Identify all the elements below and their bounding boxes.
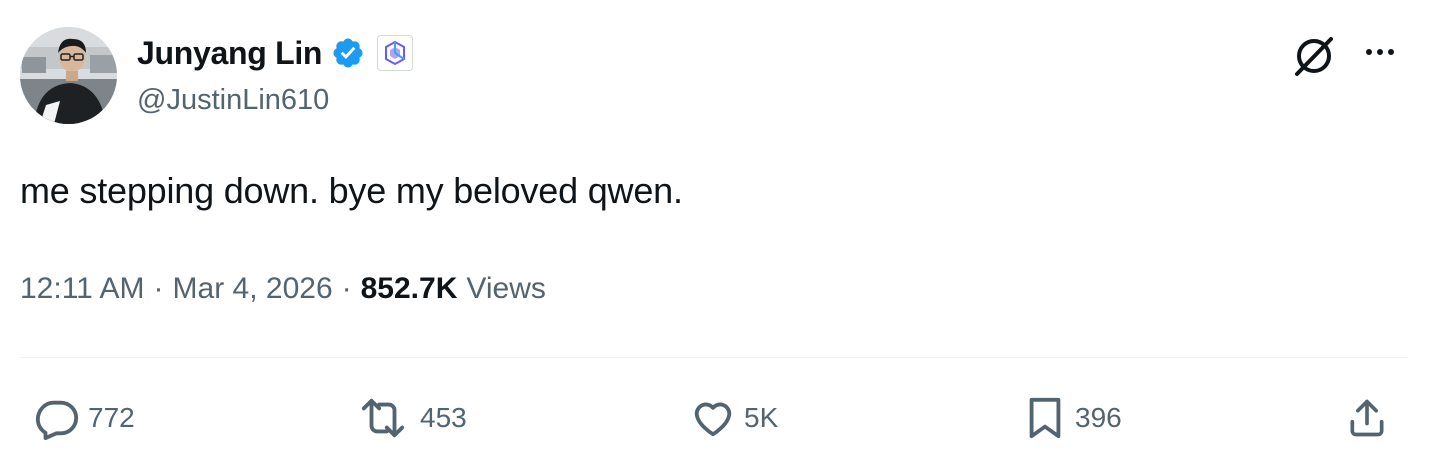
qwen-logo-icon[interactable]: [377, 35, 414, 71]
tweet-card: Junyang Lin @JustinLin610 me stepping do…: [0, 0, 1440, 464]
share-icon: [1350, 399, 1384, 437]
like-count: 5K: [744, 402, 779, 433]
more-dot: [1377, 49, 1383, 55]
reply-button[interactable]: 772: [34, 394, 135, 442]
retweet-count: 453: [420, 402, 467, 433]
more-dot: [1388, 49, 1394, 55]
avatar-photo: [20, 27, 117, 124]
more-dot: [1366, 49, 1372, 55]
tweet-text: me stepping down. bye my beloved qwen.: [20, 170, 683, 211]
reply-icon: [35, 400, 79, 441]
more-icon[interactable]: [1366, 42, 1402, 62]
meta-separator: ·: [341, 272, 352, 305]
meta-separator: ·: [153, 272, 164, 305]
retweet-button[interactable]: 453: [354, 394, 467, 442]
share-button[interactable]: [1345, 394, 1389, 442]
author-handle[interactable]: @JustinLin610: [137, 84, 329, 117]
reply-count: 772: [88, 402, 135, 433]
like-button[interactable]: 5K: [690, 394, 778, 442]
heart-icon: [694, 402, 732, 437]
divider: [20, 357, 1408, 358]
verified-badge-icon[interactable]: [331, 36, 365, 70]
avatar[interactable]: [20, 27, 117, 124]
tweet-meta: 12:11 AM · Mar 4, 2026 · 852.7K Views: [20, 272, 546, 306]
bookmark-icon: [1029, 397, 1061, 439]
author-name-row: Junyang Lin: [137, 30, 414, 76]
tweet-date[interactable]: Mar 4, 2026: [173, 272, 333, 306]
bookmark-count: 396: [1075, 402, 1122, 433]
views-label: Views: [466, 272, 546, 305]
bookmark-button[interactable]: 396: [1023, 394, 1122, 442]
grok-icon[interactable]: [1291, 33, 1337, 79]
tweet-time[interactable]: 12:11 AM: [20, 272, 145, 306]
views-count[interactable]: 852.7K: [361, 272, 458, 306]
display-name[interactable]: Junyang Lin: [137, 35, 322, 72]
retweet-icon: [361, 398, 405, 438]
